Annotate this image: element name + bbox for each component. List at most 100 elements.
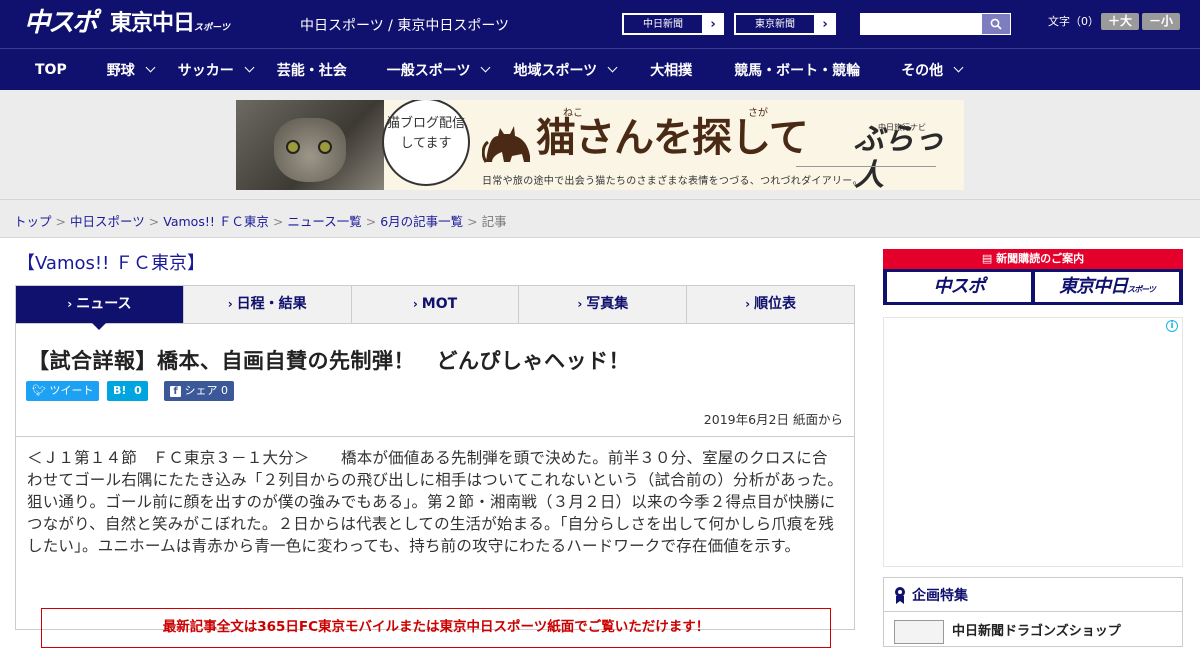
chunichi-shimbun-link[interactable]: 中日新聞 › [622,13,724,35]
cat-face [274,118,346,182]
cat-eye [318,140,332,154]
article-date: 2019年6月2日 紙面から [703,412,843,427]
search-button[interactable] [982,14,1010,34]
chevron-right-icon: › [710,16,716,32]
chevron-right-icon: › [67,297,73,311]
nav-entertainment[interactable]: 芸能・社会 [277,49,347,90]
subscription-box[interactable]: ▤ 新聞購読のご案内 中スポ 東京中日スポーツ [883,249,1183,305]
tokyo-chunichi-subscribe-logo[interactable]: 東京中日スポーツ [1035,272,1179,302]
paper-link-label: 中日新聞 [623,14,703,34]
feature-thumbnail [894,620,944,644]
tab-photos[interactable]: › 写真集 [519,286,688,323]
nav-racing[interactable]: 競馬・ボート・競輪 [734,49,860,90]
hatena-bookmark-button[interactable]: B! 0 [107,381,148,401]
breadcrumb-sep: > [272,214,284,229]
chevron-down-icon [481,62,491,73]
ad-info-icon[interactable]: i [1166,320,1178,332]
chevron-down-icon [244,62,255,73]
nav-label: 地域スポーツ [513,62,598,79]
subscription-logos: 中スポ 東京中日スポーツ [883,269,1183,305]
tokyo-chunichi-logo[interactable]: 東京中日スポーツ [110,10,230,42]
nav-label: 一般スポーツ [386,62,471,79]
facebook-icon: f [170,386,181,397]
hatena-icon: B! [113,384,127,397]
cat-eye [286,140,300,154]
nav-sumo[interactable]: 大相撲 [650,49,692,90]
banner-subtitle: 日常や旅の途中で出会う猫たちのさまざまな表情をつづる、つれづれダイアリー。 [482,176,863,187]
tab-label: MOT [421,296,458,312]
ad-slot[interactable]: i [883,317,1183,567]
nav-top[interactable]: TOP [35,49,67,90]
nav-general-sports[interactable]: 一般スポーツ [386,49,491,90]
nav-baseball[interactable]: 野球 [107,49,156,90]
newspaper-icon: ▤ [981,252,993,265]
feature-header: 企画特集 [884,578,1182,612]
article-divider [16,436,854,437]
chevron-down-icon [607,62,618,73]
nav-soccer[interactable]: サッカー [178,49,255,90]
fb-share-label: シェア [184,384,218,397]
tab-label: 写真集 [586,296,629,312]
chuspo-logo[interactable]: 中スポ [24,8,98,38]
breadcrumb-sep: > [365,214,377,229]
facebook-share-button[interactable]: f シェア 0 [164,381,234,401]
search-input[interactable] [861,15,983,35]
tab-mot[interactable]: › MOT [352,286,520,323]
hatena-count: 0 [134,384,142,397]
subscription-notice[interactable]: 最新記事全文は365日FC東京モバイルまたは東京中日スポーツ紙面でご覧いただけま… [41,608,831,648]
article: 【試合詳報】橋本、自画自賛の先制弾！ どんぴしゃヘッド！ 🐦︎ ツイート B! … [15,324,855,648]
site-name: 中日スポーツ / 東京中日スポーツ [300,18,510,34]
nav-local-sports[interactable]: 地域スポーツ [513,49,618,90]
cat-silhouette-icon [481,122,534,175]
tab-news[interactable]: › ニュース [16,286,184,330]
feature-item[interactable]: 中日新聞ドラゴンズショップ [884,612,1182,652]
feature-title: 企画特集 [912,587,968,604]
breadcrumb-sep: > [467,214,478,229]
chevron-right-icon: › [577,297,583,311]
tweet-button[interactable]: 🐦︎ ツイート [26,381,100,401]
breadcrumb-top[interactable]: トップ [14,214,52,229]
burattto-logo: ぶらっ人 [854,122,944,190]
breadcrumb-news-list[interactable]: ニュース一覧 [287,214,361,229]
breadcrumb-vamos[interactable]: Vamos!! ＦＣ東京 [163,214,269,229]
tokyo-shimbun-link[interactable]: 東京新聞 › [734,13,836,35]
main-content: 【Vamos!! ＦＣ東京】 › ニュース › 日程・結果 › MOT › 写真集 › 順… [15,239,855,648]
article-headline: 【試合詳報】橋本、自画自賛の先制弾！ どんぴしゃヘッド！ [28,349,630,373]
font-larger-button[interactable]: ＋大 [1101,13,1139,30]
breadcrumb-sep: > [55,214,66,229]
twitter-icon: 🐦︎ [32,384,46,397]
main-nav: TOP 野球 サッカー 芸能・社会 一般スポーツ 地域スポーツ 大相撲 競馬・ボ… [0,48,1200,90]
nav-other[interactable]: その他 [901,49,964,90]
chevron-right-icon: › [822,16,828,32]
fb-share-count: 0 [221,384,228,397]
breadcrumb-current: 記事 [481,214,507,229]
divider [796,166,936,167]
font-smaller-button[interactable]: －小 [1142,13,1180,30]
search-icon [990,18,1002,30]
chevron-right-icon: › [745,297,751,311]
tab-label: ニュース [76,296,132,312]
nav-label: その他 [901,62,944,79]
section-tabs: › ニュース › 日程・結果 › MOT › 写真集 › 順位表 [15,285,855,330]
nav-label: 大相撲 [650,62,693,79]
feature-item-label: 中日新聞ドラゴンズショップ [952,624,1121,639]
chuspo-subscribe-logo[interactable]: 中スポ [887,272,1031,302]
tab-schedule[interactable]: › 日程・結果 [184,286,352,323]
tweet-label: ツイート [49,384,94,397]
banner-title: 猫さんを探して [536,115,809,161]
tab-standings[interactable]: › 順位表 [687,286,854,323]
nav-label: 芸能・社会 [276,62,347,79]
search-box [860,13,1011,35]
breadcrumb-sep: > [148,214,160,229]
paper-link-label: 東京新聞 [735,14,815,34]
section-title: 【Vamos!! ＦＣ東京】 [17,253,206,274]
chevron-down-icon [145,62,156,73]
breadcrumb-june-list[interactable]: 6月の記事一覧 [380,214,463,229]
nav-label: 競馬・ボート・競輪 [734,62,861,79]
chevron-right-icon: › [412,297,418,311]
breadcrumb-chunichi-sports[interactable]: 中日スポーツ [70,214,145,229]
article-body: ＜Ｊ１第１４節 ＦＣ東京３－１大分＞ 橋本が価値ある先制弾を頭で決めた。前半３０… [27,449,843,555]
cat-blog-banner[interactable]: 猫ブログ配信してます ねこ さが 猫さんを探して 中日旅行ナビ ぶらっ人 日常や… [236,100,964,190]
chevron-down-icon [953,62,964,73]
tab-label: 順位表 [754,296,797,312]
